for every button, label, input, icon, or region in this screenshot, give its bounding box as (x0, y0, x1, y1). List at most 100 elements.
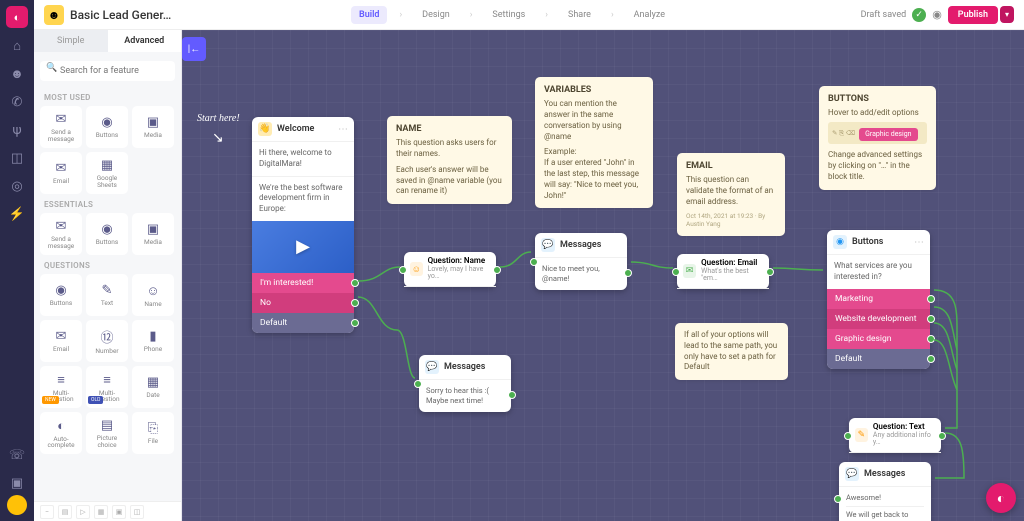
feature-cell[interactable]: ◐Auto-complete (40, 412, 82, 454)
nav-support-icon[interactable]: ☏ (7, 445, 27, 465)
grid-most-used: ✉Send a message◉Buttons▣Media ✉ Email ▦Goog… (34, 106, 181, 194)
choice-default-btns[interactable]: Default (827, 349, 930, 369)
note-chip-icons: ✎ ⎘ ⌫ (832, 129, 855, 138)
feature-label: Email (53, 346, 69, 353)
welcome-media (252, 221, 354, 273)
feature-cell[interactable]: ✉ Email (40, 152, 82, 194)
note-name[interactable]: NAME This question asks users for their … (387, 116, 512, 204)
feature-label: Media (144, 132, 162, 139)
choice-no[interactable]: No (252, 293, 354, 313)
feature-cell[interactable]: ▮Phone (132, 320, 174, 362)
note-variables[interactable]: VARIABLES You can mention the answer in … (535, 77, 653, 208)
node-messages-nice[interactable]: 💬 Messages Nice to meet you, @name! (535, 233, 627, 290)
feature-cell[interactable]: ▦Date (132, 366, 174, 408)
tab-share[interactable]: Share (560, 6, 599, 24)
feature-cell[interactable]: ⑫ Number (86, 320, 128, 362)
feature-cell[interactable]: ≡Multi-questionNEW (40, 366, 82, 408)
help-fab-button[interactable]: ◐ (986, 483, 1016, 513)
footer-a[interactable]: ▣ (112, 505, 126, 519)
nav-bot-icon[interactable]: ☻ (7, 64, 27, 84)
note-default[interactable]: If all of your options will lead to the … (675, 323, 788, 380)
note-email[interactable]: EMAIL This question can validate the for… (677, 153, 785, 236)
feature-cell[interactable]: ◉Buttons (86, 213, 128, 255)
feature-label: Email (53, 178, 69, 185)
footer-play[interactable]: ▷ (76, 505, 90, 519)
footer-grid[interactable]: ▦ (94, 505, 108, 519)
node-more-icon[interactable]: ⋯ (338, 124, 348, 135)
nav-home-icon[interactable]: ⌂ (7, 36, 27, 56)
feature-cell[interactable]: ◉Buttons (40, 274, 82, 316)
node-more-icon[interactable]: ⋯ (914, 237, 924, 248)
panel-tab-simple[interactable]: Simple (34, 30, 108, 52)
search-input[interactable] (40, 61, 175, 81)
note-buttons[interactable]: BUTTONS Hover to add/edit options ✎ ⎘ ⌫G… (819, 86, 936, 190)
feature-cell[interactable]: ▦Google Sheets (86, 152, 128, 194)
feature-cell[interactable]: ▣Media (132, 213, 174, 255)
node-welcome[interactable]: 👋 Welcome ⋯ Hi there, welcome to Digital… (252, 117, 354, 333)
nav-globe-icon[interactable]: ◎ (7, 176, 27, 196)
feature-cell[interactable]: ☺Name (132, 274, 174, 316)
feature-label: Buttons (96, 239, 118, 246)
feature-cell[interactable]: ✎Text (86, 274, 128, 316)
feature-cell[interactable]: ▣Media (132, 106, 174, 148)
node-buttons[interactable]: ◉ Buttons ⋯ What services are you intere… (827, 230, 930, 369)
name-icon: ☺ (410, 262, 423, 276)
footer-b[interactable]: ◫ (130, 505, 144, 519)
choice-interested[interactable]: I'm interested! (252, 273, 354, 293)
welcome-body1: Hi there, welcome to DigitalMara! (252, 142, 354, 176)
feature-icon: ⑫ (100, 327, 113, 346)
feature-cell[interactable]: ⎘File (132, 412, 174, 454)
feature-cell[interactable]: ◉Buttons (86, 106, 128, 148)
tab-analyze[interactable]: Analyze (626, 6, 673, 24)
feature-icon: ◉ (101, 115, 112, 130)
panel-tab-advanced[interactable]: Advanced (108, 30, 182, 52)
feature-badge: OLD (88, 396, 103, 404)
top-nav-tabs: Build› Design› Settings› Share› Analyze (351, 6, 673, 24)
tab-build[interactable]: Build (351, 6, 387, 24)
feature-icon: ☺ (146, 283, 159, 299)
feature-label: Number (95, 348, 118, 355)
feature-icon: ▦ (147, 375, 159, 390)
nav-whatsapp-icon[interactable]: ✆ (7, 92, 27, 112)
flow-canvas[interactable]: Start here! ↘ 👋 Welcome ⋯ Hi there, welc… (182, 30, 1024, 521)
choice-marketing[interactable]: Marketing (827, 289, 930, 309)
footer-minus[interactable]: − (40, 505, 54, 519)
nav-inbox-icon[interactable]: ◫ (7, 148, 27, 168)
node-messages-awesome[interactable]: 💬 Messages Awesome! We will get back to … (839, 462, 931, 521)
node-question-email[interactable]: ✉ Question: Email What's the best "em… (677, 254, 769, 289)
app-left-rail: ◐ ⌂ ☻ ✆ ψ ◫ ◎ ⚡ ☏ ▣ ? (0, 0, 34, 521)
feature-label: File (148, 438, 158, 445)
cat-most-used: MOST USED (34, 87, 181, 106)
feature-icon: ✉ (56, 161, 67, 176)
publish-dropdown[interactable]: ▾ (1000, 6, 1014, 23)
feature-cell[interactable]: ≡Multi-questionOLD (86, 366, 128, 408)
feature-icon: ✉ (56, 219, 67, 234)
brand-logo[interactable]: ◐ (6, 6, 28, 28)
tab-settings[interactable]: Settings (484, 6, 533, 24)
footer-list[interactable]: ▤ (58, 505, 72, 519)
feature-cell[interactable]: ▤Picture choice (86, 412, 128, 454)
panel-collapse-button[interactable]: |← (182, 37, 206, 61)
publish-button[interactable]: Publish (948, 6, 998, 24)
choice-default[interactable]: Default (252, 313, 354, 333)
feature-cell[interactable]: ✉ Send a message (40, 213, 82, 255)
message-icon: 💬 (541, 238, 555, 252)
node-question-text[interactable]: ✎ Question: Text Any additional info y… (849, 418, 941, 453)
node-question-name[interactable]: ☺ Question: Name Lovely, may I have yo… (404, 252, 496, 287)
feature-label: Send a message (42, 129, 80, 142)
buttons-icon: ◉ (833, 235, 847, 249)
feature-label: Buttons (50, 300, 72, 307)
nav-plug-icon[interactable]: ⚡ (7, 204, 27, 224)
nav-widget-icon[interactable]: ▣ (7, 473, 27, 493)
node-messages-sorry[interactable]: 💬 Messages Sorry to hear this :( Maybe n… (419, 355, 511, 412)
user-avatar[interactable] (7, 495, 27, 515)
feature-cell[interactable]: ✉Email (40, 320, 82, 362)
choice-webdev[interactable]: Website development (827, 309, 930, 329)
preview-eye-icon[interactable]: ◉ (932, 8, 942, 21)
choice-graphic[interactable]: Graphic design (827, 329, 930, 349)
feature-label: Send a message (42, 236, 80, 249)
feature-cell[interactable]: ✉Send a message (40, 106, 82, 148)
bot-avatar-icon: ☻ (44, 5, 64, 25)
tab-design[interactable]: Design (414, 6, 458, 24)
nav-broadcast-icon[interactable]: ψ (7, 120, 27, 140)
